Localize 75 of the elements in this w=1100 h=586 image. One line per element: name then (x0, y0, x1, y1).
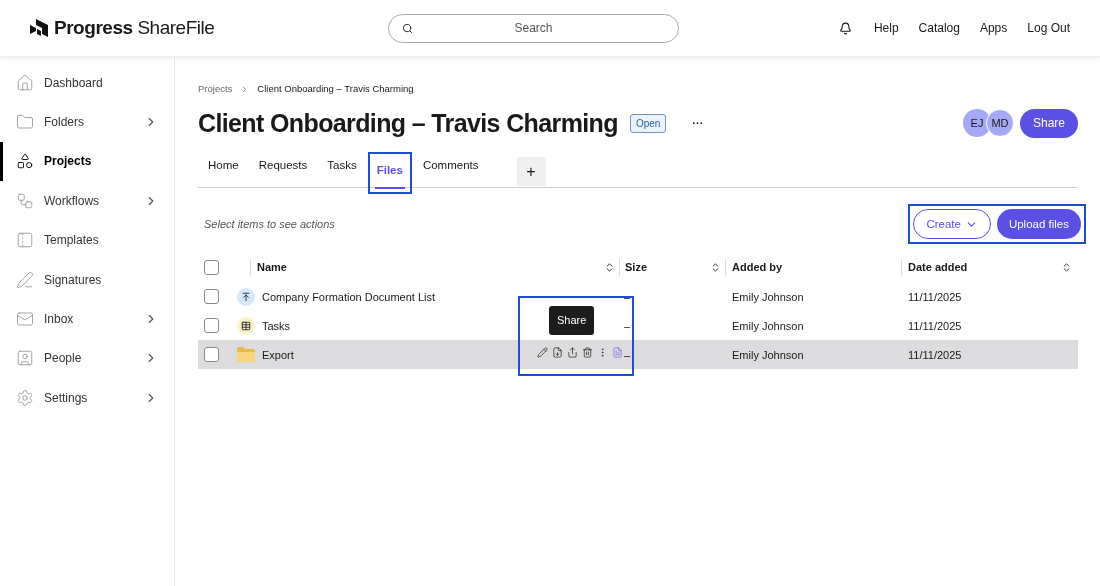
table-cell-text: 11/11/2025 (907, 318, 963, 334)
table-cell-text: – (623, 318, 632, 334)
sidebar-item[interactable]: People (0, 338, 174, 379)
table-cell-text: Emily Johnson (731, 318, 805, 334)
edit-icon[interactable] (537, 347, 548, 359)
shapes-icon (16, 152, 34, 171)
sidebar-item[interactable]: Dashboard (0, 63, 174, 103)
pen-icon (16, 270, 34, 289)
upload-icon (237, 287, 255, 306)
add-tab-button[interactable]: + (516, 157, 546, 187)
nav-link[interactable]: Catalog (918, 19, 960, 37)
person-icon (16, 349, 34, 368)
column-header[interactable]: Date added (908, 259, 1061, 276)
tab[interactable]: Comments (415, 149, 486, 188)
share-icon[interactable] (567, 347, 578, 359)
download-icon[interactable] (552, 347, 563, 359)
sidebar-item[interactable]: Projects (0, 141, 174, 182)
table-cell-text: Export (262, 347, 294, 363)
sort-icon[interactable] (1061, 261, 1072, 273)
tab[interactable]: Home (201, 149, 246, 188)
sidebar-item[interactable]: Signatures (0, 259, 174, 300)
row-checkbox[interactable] (204, 289, 219, 305)
sidebar-item[interactable]: Inbox (0, 299, 174, 339)
table-row[interactable]: Export – Emily Johnson 11/11/2025 (198, 340, 1078, 370)
column-header[interactable]: Size (625, 259, 710, 276)
status-badge: Open (629, 113, 667, 133)
table-cell-text: Company Formation Document List (262, 289, 435, 305)
avatar: EJ (962, 109, 991, 138)
folder-icon (16, 113, 34, 132)
table-cell-text: – (623, 289, 632, 305)
search-field[interactable]: Search (388, 13, 679, 43)
mail-icon (16, 310, 34, 329)
settings-icon (16, 388, 34, 407)
table-cell-text: – (623, 347, 632, 363)
breadcrumb-link[interactable]: Projects (198, 82, 233, 97)
select-all-checkbox[interactable] (204, 259, 219, 275)
avatar: MD (985, 109, 1014, 138)
nav-link[interactable]: Apps (979, 19, 1008, 37)
table-cell-text: 11/11/2025 (907, 289, 963, 305)
bell-icon[interactable] (838, 21, 852, 35)
folder-icon (237, 347, 255, 363)
hint-text: Select items to see actions (204, 217, 335, 232)
share-button[interactable]: Share (1019, 108, 1078, 138)
tooltip: Share (549, 306, 595, 335)
search-icon (402, 22, 413, 34)
workflow-icon (16, 191, 34, 210)
sidebar-item[interactable]: Settings (0, 378, 174, 418)
table-cell-text: Emily Johnson (731, 289, 805, 305)
upload-button[interactable]: Upload files (996, 209, 1081, 240)
table-cell-text: 11/11/2025 (907, 347, 963, 363)
column-header[interactable]: Name (257, 259, 604, 276)
sidebar-item[interactable]: Folders (0, 102, 174, 142)
table-cell-text: Tasks (262, 318, 291, 334)
breadcrumb-current: Client Onboarding – Travis Charming (257, 82, 414, 96)
nav-link[interactable]: Help (873, 19, 899, 37)
row-checkbox[interactable] (204, 318, 219, 334)
home-icon (16, 73, 34, 92)
table-cell-text: Emily Johnson (731, 347, 805, 363)
nav-link[interactable]: Log Out (1027, 19, 1070, 37)
tab[interactable]: Tasks (320, 149, 364, 188)
sort-icon[interactable] (604, 261, 615, 273)
sidebar-item[interactable]: Workflows (0, 181, 174, 221)
column-header[interactable]: Added by (732, 259, 783, 276)
logo-icon (30, 19, 48, 37)
delete-icon[interactable] (582, 347, 593, 359)
sort-icon[interactable] (710, 261, 721, 273)
tab[interactable]: Files (369, 154, 410, 193)
logo-text: Progress ShareFile (54, 15, 215, 40)
table-icon (237, 316, 255, 335)
more-button[interactable]: ··· (692, 115, 704, 132)
template-icon (16, 231, 34, 250)
tab[interactable]: Requests (251, 149, 315, 188)
sidebar-item[interactable]: Templates (0, 220, 174, 260)
row-checkbox[interactable] (204, 347, 219, 363)
page-title: Client Onboarding – Travis Charming (198, 107, 618, 139)
